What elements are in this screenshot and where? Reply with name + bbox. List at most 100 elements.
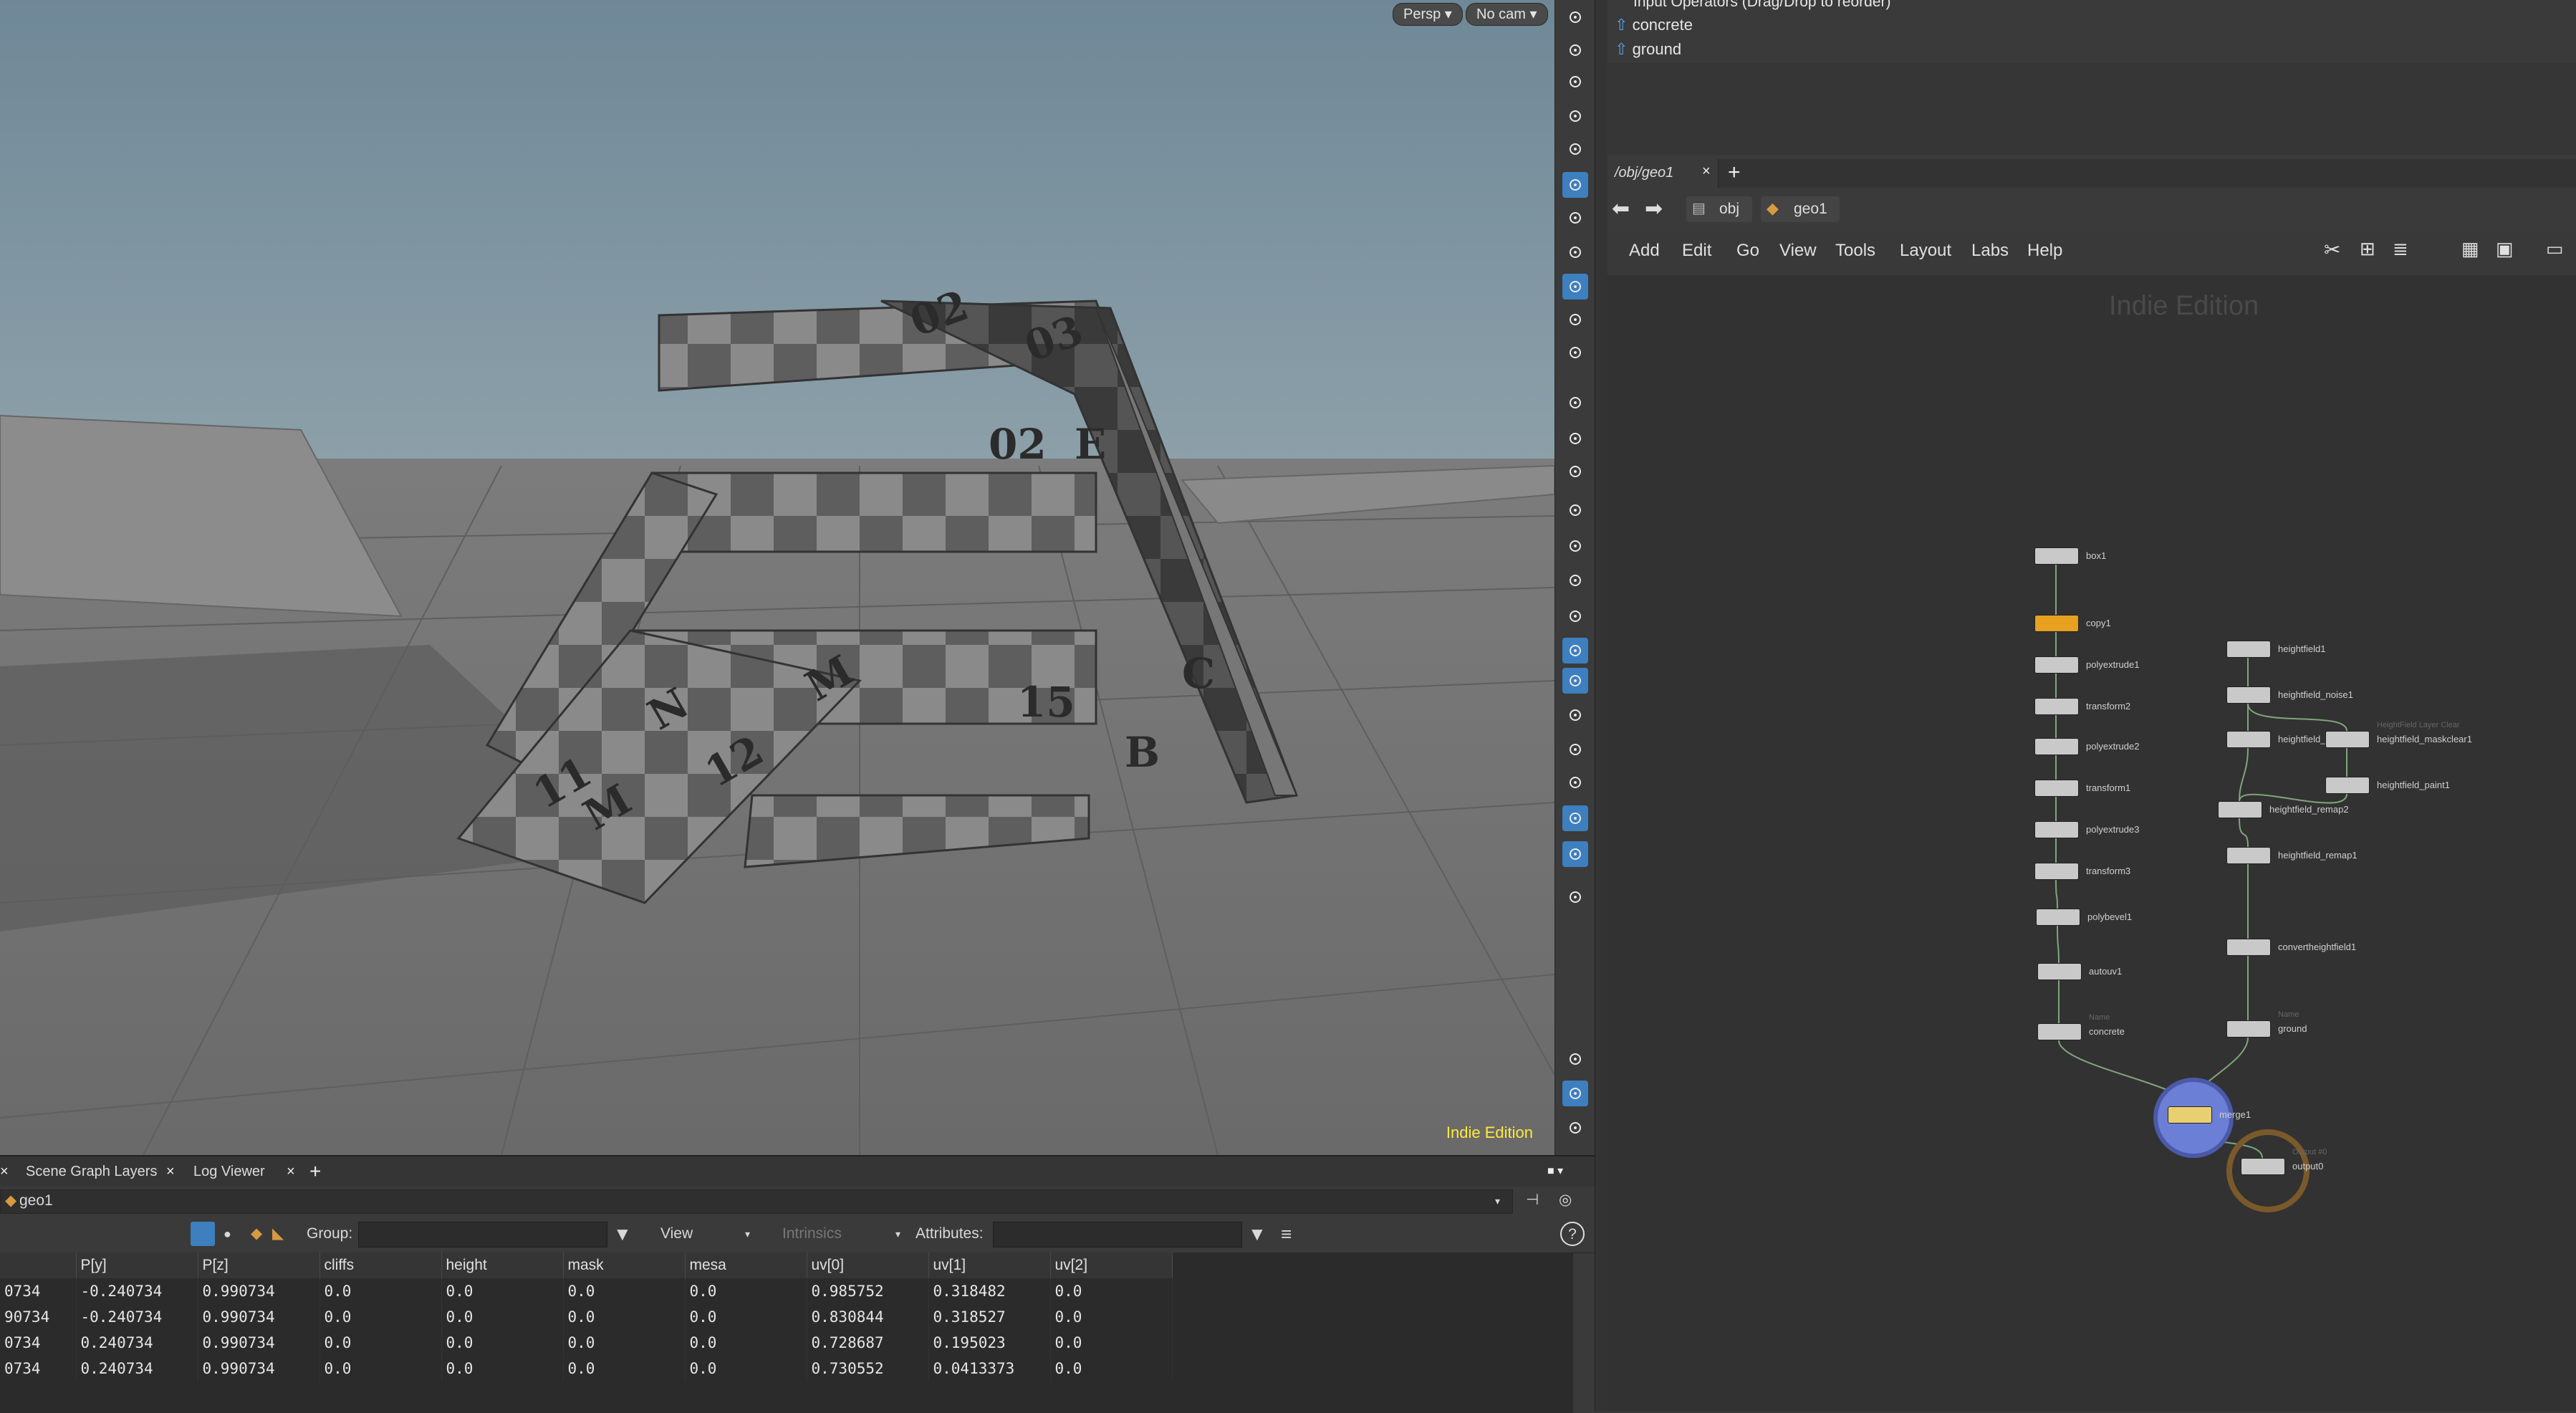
wrench-icon[interactable]: ✂	[2324, 238, 2340, 262]
table-row[interactable]: 0734 0.240734 0.990734 0.0 0.0 0.0 0.0 0.728687…	[0, 1330, 1173, 1356]
close-tab-icon[interactable]: ×	[287, 1156, 295, 1187]
select-tool-icon[interactable]	[1562, 37, 1588, 63]
table-row[interactable]: 90734 -0.240734 0.990734 0.0 0.0 0.0 0.0 0.8308…	[0, 1304, 1173, 1330]
filter-icon[interactable]: ▼	[613, 1222, 632, 1246]
column-header[interactable]: mesa	[685, 1252, 807, 1278]
node-body[interactable]	[2034, 738, 2079, 755]
input-operator-ground[interactable]: ⇧ ground	[1615, 37, 1681, 62]
table-row[interactable]: 0734 0.240734 0.990734 0.0 0.0 0.0 0.0 0.730552…	[0, 1356, 1173, 1381]
lock-icon[interactable]	[1562, 69, 1588, 95]
headlight-icon[interactable]	[1562, 239, 1588, 265]
background-icon[interactable]	[1562, 841, 1588, 867]
help-icon[interactable]: ?	[1560, 1222, 1585, 1246]
info-icon[interactable]	[1562, 1046, 1588, 1072]
checker-icon[interactable]	[1562, 668, 1588, 694]
column-header[interactable]: cliffs	[319, 1252, 442, 1278]
column-header[interactable]: P[y]	[76, 1252, 198, 1278]
eye-icon[interactable]	[1562, 1115, 1588, 1141]
solid-icon[interactable]	[1562, 702, 1588, 728]
node-body[interactable]	[2226, 939, 2271, 956]
node-body[interactable]	[2168, 1106, 2212, 1124]
add-tab-icon[interactable]: +	[309, 1156, 321, 1187]
tab-scene-graph-layers[interactable]: Scene Graph Layers	[20, 1156, 163, 1187]
intrinsics-select[interactable]: Intrinsics ▾	[766, 1222, 908, 1246]
texture-icon[interactable]	[1562, 737, 1588, 762]
breadcrumb-obj[interactable]: ▤ obj	[1686, 196, 1752, 222]
node-body[interactable]	[2036, 909, 2080, 926]
detail-class-icon[interactable]: ◣	[272, 1222, 284, 1246]
color-palette-icon[interactable]: ▦	[2461, 238, 2479, 260]
breadcrumb-geo1[interactable]: ◆ geo1	[1761, 196, 1840, 222]
pin-icon[interactable]: ⊣	[1526, 1188, 1539, 1212]
group-filter-input[interactable]	[358, 1222, 607, 1247]
menu-layout[interactable]: Layout	[1900, 241, 1951, 261]
node-body[interactable]	[2241, 1158, 2285, 1175]
node-body[interactable]	[2226, 641, 2271, 658]
column-header[interactable]: uv[0]	[807, 1252, 929, 1278]
pin-icon[interactable]	[1562, 884, 1588, 910]
ghost-icon[interactable]	[1562, 136, 1588, 162]
column-header[interactable]: uv[1]	[928, 1252, 1051, 1278]
node-body[interactable]	[2034, 656, 2079, 674]
node-body[interactable]	[2218, 801, 2262, 818]
network-editor[interactable]: Indie Edition box1 copy1 polyextrude1 trans…	[1607, 275, 2576, 1412]
panel-layout-icon[interactable]: ▭	[2546, 238, 2564, 260]
forward-arrow-icon[interactable]: ➡	[1645, 196, 1663, 221]
scene-viewport[interactable]: 03 02 E 02 C B 15 M N 12 M 11 Persp ▾ No…	[0, 0, 1554, 1155]
column-header[interactable]: P[z]	[198, 1252, 320, 1278]
list-view-icon[interactable]: ≣	[2393, 238, 2408, 260]
primitives-class-icon[interactable]: ◆	[251, 1222, 262, 1246]
column-header[interactable]: height	[441, 1252, 564, 1278]
points-class-icon[interactable]	[191, 1222, 215, 1246]
primitive-icon[interactable]	[1562, 533, 1588, 559]
point-icon[interactable]	[1562, 390, 1588, 416]
menu-tools[interactable]: Tools	[1835, 241, 1875, 261]
close-tab-icon[interactable]: ×	[166, 1156, 175, 1187]
node-body[interactable]	[2034, 547, 2079, 565]
tab-obj-geo1[interactable]: /obj/geo1 ×	[1607, 159, 1719, 188]
numbered-prims-icon[interactable]	[1562, 567, 1588, 593]
tree-view-icon[interactable]: ⊞	[2360, 238, 2375, 260]
bulb-icon[interactable]	[1562, 172, 1588, 198]
scene-render[interactable]: 03 02 E 02 C B 15 M N 12 M 11	[0, 0, 1554, 1155]
pane-splitter[interactable]	[1595, 0, 1609, 1412]
view-select[interactable]: View ▾	[648, 1222, 756, 1246]
view-tool-icon[interactable]	[1562, 4, 1588, 30]
attribute-spreadsheet[interactable]: P[y] P[z] cliffs height mask mesa uv[0] uv[1] uv…	[0, 1252, 1573, 1413]
menu-view[interactable]: View	[1779, 241, 1817, 261]
menu-go[interactable]: Go	[1736, 241, 1759, 261]
back-arrow-icon[interactable]: ⬅	[1612, 196, 1630, 221]
pen-icon[interactable]	[1562, 459, 1588, 484]
pane-menu-icon[interactable]: ■ ▾	[1547, 1156, 1563, 1187]
node-body[interactable]	[2034, 863, 2079, 880]
node-body[interactable]	[2034, 698, 2079, 715]
brush-icon[interactable]	[1562, 426, 1588, 451]
grid-layout-icon[interactable]	[1562, 1081, 1588, 1106]
column-header[interactable]: mask	[563, 1252, 686, 1278]
link-icon[interactable]: ◎	[1559, 1188, 1572, 1212]
node-body[interactable]	[2034, 780, 2079, 797]
close-circle-icon[interactable]	[1562, 103, 1588, 129]
node-body[interactable]	[2325, 777, 2370, 794]
numbered-points-icon[interactable]	[1562, 497, 1588, 523]
chevron-down-icon[interactable]: ▾	[1495, 1189, 1500, 1213]
node-body[interactable]	[2037, 963, 2082, 980]
node-body[interactable]	[2226, 731, 2271, 748]
column-header[interactable]: uv[2]	[1050, 1252, 1173, 1278]
node-body[interactable]	[2325, 731, 2370, 748]
tab-log-viewer[interactable]: Log Viewer	[188, 1156, 271, 1187]
add-tab-icon[interactable]: +	[1728, 161, 1741, 185]
menu-add[interactable]: Add	[1629, 241, 1660, 261]
table-row[interactable]: 0734 -0.240734 0.990734 0.0 0.0 0.0 0.0 0.98575…	[0, 1278, 1173, 1304]
menu-help[interactable]: Help	[2027, 241, 2062, 261]
node-body[interactable]	[2034, 821, 2079, 838]
camera-nocam-button[interactable]: No cam ▾	[1466, 3, 1548, 26]
light-icon[interactable]	[1562, 205, 1588, 231]
vertices-class-icon[interactable]: ●	[224, 1222, 231, 1246]
node-path-field[interactable]: ◆ geo1 ▾	[0, 1189, 1513, 1214]
camera-persp-button[interactable]: Persp ▾	[1393, 3, 1463, 26]
columns-menu-icon[interactable]: ≡	[1281, 1222, 1292, 1246]
close-tab-icon[interactable]: ×	[0, 1156, 9, 1187]
layers-icon[interactable]	[1562, 805, 1588, 831]
shading-icon[interactable]	[1562, 638, 1588, 664]
